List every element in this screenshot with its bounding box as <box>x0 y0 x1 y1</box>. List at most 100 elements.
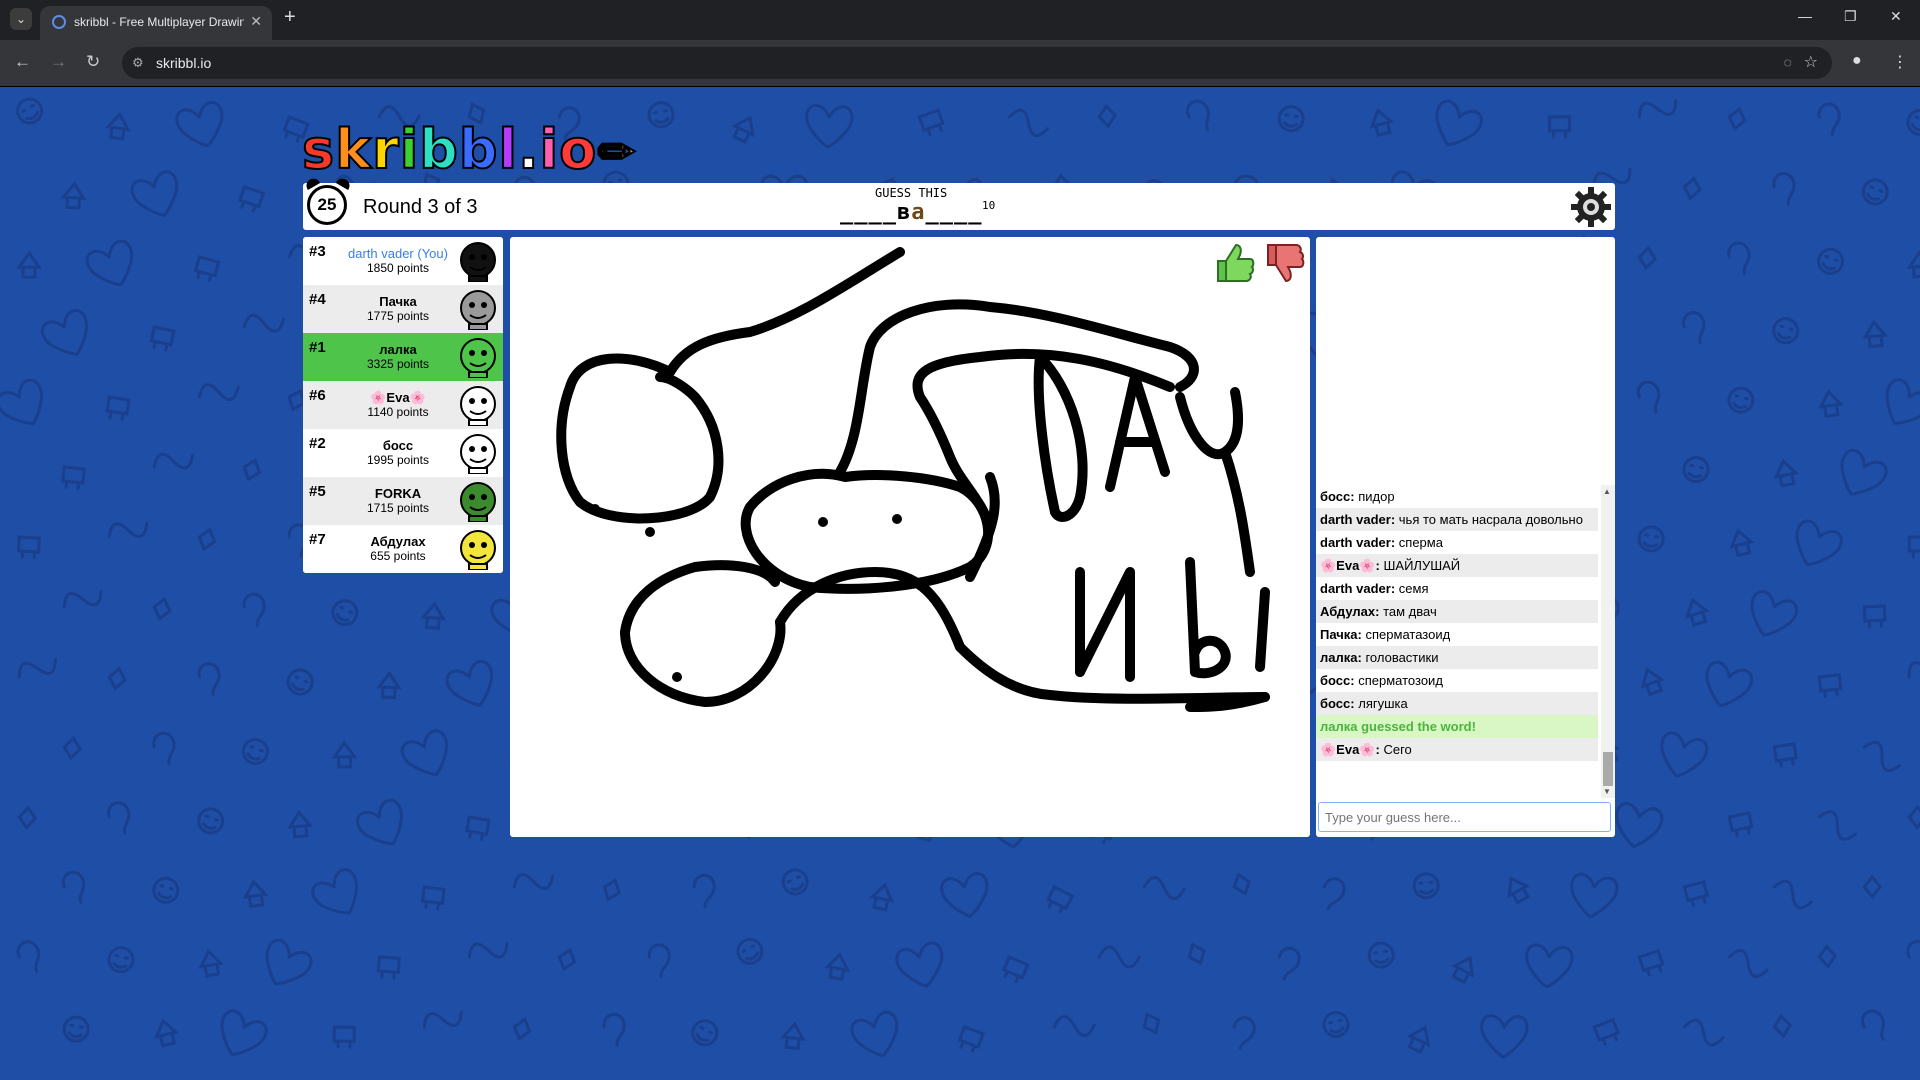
close-window-icon[interactable]: ✕ <box>1890 8 1902 25</box>
doodle-shape <box>331 599 359 627</box>
doodle-shape <box>197 383 240 401</box>
doodle-shape <box>1406 1025 1431 1054</box>
player-rank: #3 <box>309 243 326 260</box>
chat-user: Пачка <box>1320 627 1358 642</box>
back-icon[interactable]: ← <box>14 52 31 72</box>
kebab-menu-icon[interactable]: ⋮ <box>1892 52 1908 72</box>
player-row[interactable]: #4 Пачка 1775 points <box>303 285 503 333</box>
player-name: Пачка <box>379 294 417 309</box>
doodle-shape <box>60 181 87 210</box>
green-alien-avatar <box>460 338 496 378</box>
browser-tab-strip: ⌄ skribbl - Free Multiplayer Drawing ✕ +… <box>0 0 1920 40</box>
doodle-shape <box>1660 731 1709 778</box>
doodle-shape <box>149 325 176 352</box>
doodle-shape <box>242 879 269 909</box>
restore-icon[interactable]: ❐ <box>1844 8 1857 25</box>
doodle-shape <box>355 798 404 846</box>
doodle-shape <box>602 878 622 902</box>
logo-letter: s <box>301 117 336 182</box>
doodle-shape <box>1412 872 1440 900</box>
white-grin-avatar <box>460 434 496 474</box>
doodle-shape <box>1507 876 1531 905</box>
doodle-shape <box>198 948 224 978</box>
player-rank: #2 <box>309 435 326 452</box>
address-bar[interactable]: ⚙ skribbl.io ◌ ☆ <box>122 47 1832 79</box>
tab-search-button[interactable]: ⌄ <box>10 8 32 30</box>
close-tab-icon[interactable]: ✕ <box>250 13 262 30</box>
player-row[interactable]: #5 FORKA 1715 points <box>303 477 503 525</box>
chat-text: сперматозоид <box>1358 673 1443 688</box>
thumbs-down-icon[interactable] <box>1262 241 1306 285</box>
doodle-shape <box>40 309 89 356</box>
player-name: 🌸Eva🌸 <box>370 390 426 405</box>
doodle-shape <box>1907 656 1920 679</box>
chat-scrollbar[interactable]: ▲ ▼ <box>1601 485 1615 798</box>
doodle-shape <box>376 955 401 980</box>
player-row[interactable]: #6 🌸Eva🌸 1140 points <box>303 381 503 429</box>
bookmark-star-icon[interactable]: ☆ <box>1804 52 1818 72</box>
doodle-shape <box>1142 876 1186 901</box>
chat-text: сперматазоид <box>1365 627 1451 642</box>
scrollbar-thumb[interactable] <box>1603 752 1613 786</box>
doodle-shape <box>957 1025 986 1053</box>
doodle-shape <box>1682 1018 1725 1047</box>
scroll-down-icon[interactable]: ▼ <box>1603 787 1611 796</box>
doodle-shape <box>242 313 286 333</box>
game-header: 25 Round 3 of 3 GUESS THIS ____ва____ 10 <box>303 176 1615 230</box>
doodle-shape <box>445 659 494 707</box>
chat-user: darth vader <box>1320 535 1391 550</box>
doodle-shape <box>242 592 266 627</box>
doodle-shape <box>1906 250 1920 279</box>
player-row[interactable]: #1 лалка 3325 points <box>303 333 503 381</box>
eye-off-icon[interactable]: ◌ <box>1784 54 1792 70</box>
logo-letter: . <box>517 117 540 182</box>
doodle-shape <box>512 873 555 890</box>
new-tab-button[interactable]: + <box>284 6 296 29</box>
doodle-shape <box>1097 945 1141 969</box>
doodle-shape <box>107 666 127 691</box>
profile-icon[interactable]: ● <box>1852 52 1862 70</box>
doodle-shape <box>62 589 103 609</box>
drawing-canvas[interactable] <box>510 237 1310 837</box>
reload-icon[interactable]: ↻ <box>86 52 100 72</box>
player-rank: #4 <box>309 291 326 308</box>
chat-message: босс: лягушка <box>1316 692 1598 715</box>
browser-tab[interactable]: skribbl - Free Multiplayer Drawing ✕ <box>40 6 272 40</box>
doodle-shape <box>1547 115 1572 139</box>
chat-message: darth vader: семя <box>1320 581 1429 596</box>
doodle-shape <box>1637 948 1665 977</box>
doodle-shape <box>1451 955 1475 985</box>
player-row[interactable]: #7 Абдулах 655 points <box>303 525 503 573</box>
doodle-shape <box>17 805 38 831</box>
doodle-shape <box>1750 590 1798 637</box>
chat-text: головастики <box>1365 650 1439 665</box>
doodle-shape <box>1435 99 1483 147</box>
player-rank: #5 <box>309 483 326 500</box>
minimize-icon[interactable]: — <box>1798 8 1812 24</box>
settings-gear-icon[interactable] <box>1569 185 1613 229</box>
chat-message: 🌸Eva🌸: Сего <box>1316 738 1598 761</box>
chat-user: darth vader <box>1320 581 1391 596</box>
doodle-shape <box>1682 176 1702 201</box>
doodle-shape <box>1727 949 1769 978</box>
forward-icon[interactable]: → <box>50 52 67 72</box>
player-name: darth vader (You) <box>348 246 448 261</box>
doodle-shape <box>61 870 86 904</box>
player-row[interactable]: #2 босс 1995 points <box>303 429 503 477</box>
doodle-shape <box>1001 955 1030 984</box>
doodle-shape <box>1861 1009 1885 1041</box>
doodle-shape <box>1046 884 1075 914</box>
chat-message: Пачка: сперматазоид <box>1320 627 1451 642</box>
doodle-shape <box>1772 317 1800 345</box>
black-helmet-avatar <box>460 242 496 282</box>
scroll-up-icon[interactable]: ▲ <box>1603 487 1611 496</box>
guess-input[interactable] <box>1318 802 1611 832</box>
thumbs-up-icon[interactable] <box>1212 241 1256 285</box>
doodle-shape <box>332 1025 356 1049</box>
doodle-shape <box>1862 740 1902 773</box>
player-row[interactable]: #3 darth vader (You) 1850 points <box>303 237 503 285</box>
site-info-icon[interactable]: ⚙ <box>132 55 144 71</box>
doodle-shape <box>1682 879 1710 907</box>
doodle-shape <box>917 108 945 136</box>
doodle-shape <box>1906 108 1920 136</box>
